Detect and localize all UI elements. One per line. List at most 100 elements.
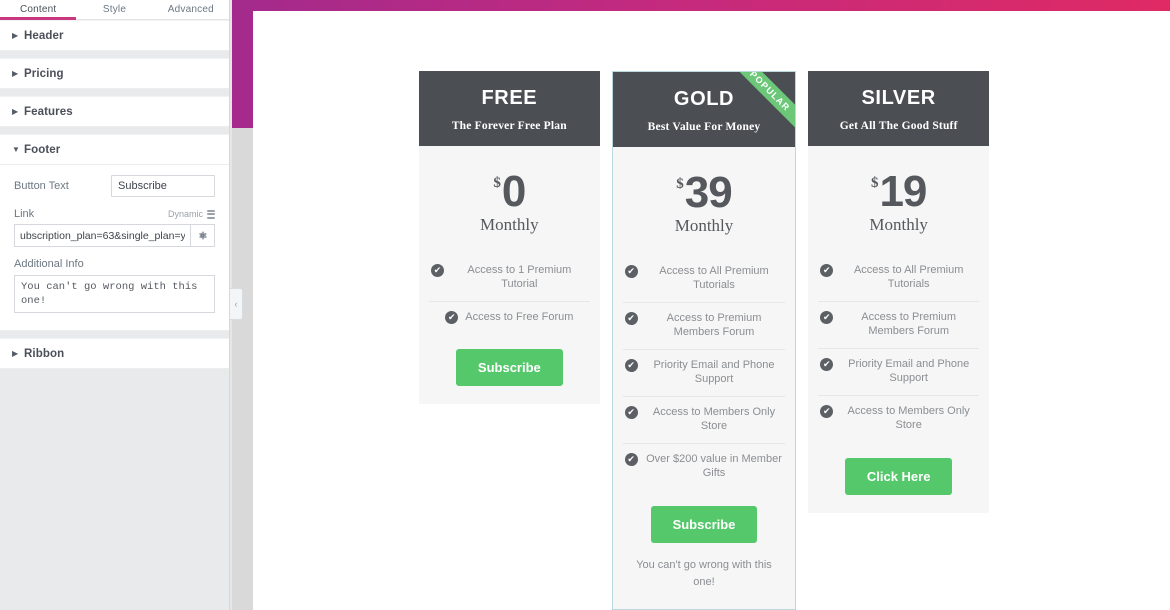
section-pricing-label: Pricing — [24, 67, 64, 80]
price-block: $ 0 Monthly — [419, 146, 600, 241]
feature-text: Access to Premium Members Forum — [666, 311, 762, 339]
feature-item: ✔ Access to 1 Premium Tutorial — [429, 255, 590, 302]
dynamic-tag[interactable]: Dynamic — [168, 209, 215, 219]
feature-text: Access to Members Only Store — [652, 405, 776, 433]
check-circle-icon: ✔ — [431, 263, 444, 277]
card-subtitle: Get All The Good Stuff — [839, 120, 958, 132]
section-features[interactable]: ▶ Features — [0, 96, 229, 127]
feature-item: ✔ Priority Email and Phone Support — [818, 349, 979, 396]
feature-list: ✔ Access to All Premium Tutorials ✔ Acce… — [613, 242, 796, 490]
price-period: Monthly — [674, 215, 734, 235]
price-line: $ 19 — [870, 167, 927, 216]
section-header-label: Header — [24, 29, 64, 42]
check-circle-icon: ✔ — [820, 357, 834, 371]
feature-item: ✔ Access to Premium Members Forum — [818, 302, 979, 349]
price-line: $ 0 — [493, 167, 527, 216]
card-header: GOLD Best Value For Money POPULAR — [612, 72, 796, 147]
card-additional-info: You can't go wrong with this one! — [636, 558, 772, 588]
feature-item: ✔ Access to Premium Members Forum — [622, 303, 786, 350]
check-circle-icon: ✔ — [624, 405, 638, 419]
panel-tab-bar: Content Style Advanced — [0, 0, 229, 20]
section-features-label: Features — [24, 105, 73, 118]
cta-wrap: Subscribe — [419, 333, 600, 387]
tab-advanced[interactable]: Advanced — [153, 4, 229, 19]
feature-item: ✔ Priority Email and Phone Support — [622, 350, 786, 397]
button-text-input[interactable] — [111, 175, 215, 197]
feature-text: Priority Email and Phone Support — [848, 357, 970, 385]
card-spacer — [419, 386, 600, 404]
price-currency: $ — [676, 176, 684, 192]
cta-wrap: Click Here — [808, 442, 989, 495]
feature-text: Priority Email and Phone Support — [653, 358, 775, 386]
price-line: $ 39 — [676, 171, 732, 215]
chevron-right-icon: ▶ — [12, 68, 19, 78]
card-subtitle: The Forever Free Plan — [451, 120, 567, 132]
database-icon — [207, 209, 215, 219]
preview-canvas: FREE The Forever Free Plan $ 0 Monthly ✔ — [253, 11, 1170, 610]
price-value: 0 — [501, 167, 527, 216]
additional-info-textarea[interactable]: You can't go wrong with this one! — [14, 275, 215, 313]
link-options-button[interactable] — [190, 224, 215, 247]
card-spacer — [808, 495, 989, 513]
link-input[interactable] — [14, 224, 190, 247]
check-circle-icon: ✔ — [820, 310, 834, 324]
feature-item: ✔ Access to Members Only Store — [622, 397, 786, 444]
price-value: 19 — [879, 167, 927, 216]
subscribe-button[interactable]: Subscribe — [650, 505, 758, 543]
price-block: $ 19 Monthly — [808, 146, 989, 241]
feature-list: ✔ Access to 1 Premium Tutorial ✔ Access … — [419, 241, 600, 334]
section-pricing[interactable]: ▶ Pricing — [0, 58, 229, 89]
section-footer[interactable]: ▼ Footer — [0, 134, 229, 165]
price-currency: $ — [870, 175, 879, 191]
card-title: SILVER — [861, 87, 936, 109]
settings-accordion: ▶ Header ▶ Pricing ▶ Features ▼ Footer B… — [0, 20, 229, 369]
feature-item: ✔ Access to Free Forum — [429, 302, 590, 334]
price-period: Monthly — [869, 214, 928, 234]
section-ribbon[interactable]: ▶ Ribbon — [0, 338, 229, 369]
check-circle-icon: ✔ — [820, 263, 834, 277]
price-currency: $ — [493, 175, 501, 191]
card-subtitle: Best Value For Money — [647, 121, 761, 133]
feature-text: Access to All Premium Tutorials — [659, 264, 769, 292]
check-circle-icon: ✔ — [624, 358, 638, 372]
feature-item: ✔ Access to All Premium Tutorials — [622, 256, 786, 303]
feature-text: Access to Premium Members Forum — [861, 310, 957, 338]
check-circle-icon: ✔ — [820, 404, 834, 418]
link-label-row: Link Dynamic — [14, 208, 215, 220]
check-circle-icon: ✔ — [445, 310, 459, 324]
tab-style[interactable]: Style — [76, 4, 152, 19]
additional-info-label: Additional Info — [14, 258, 84, 270]
feature-text: Access to Members Only Store — [847, 404, 970, 432]
card-title: FREE — [481, 87, 538, 109]
link-field-row — [14, 224, 215, 247]
pricing-table: FREE The Forever Free Plan $ 0 Monthly ✔ — [419, 71, 989, 610]
feature-item: ✔ Over $200 value in Member Gifts — [623, 444, 786, 490]
app-root: Content Style Advanced ▶ Header ▶ Pricin… — [0, 0, 1170, 610]
chevron-right-icon: ▶ — [12, 106, 19, 116]
gear-icon — [199, 231, 207, 240]
feature-text: Access to All Premium Tutorials — [853, 263, 964, 291]
feature-list: ✔ Access to All Premium Tutorials ✔ Acce… — [808, 241, 989, 442]
feature-text: Over $200 value in Member Gifts — [646, 452, 782, 480]
pricing-card-silver: SILVER Get All The Good Stuff $ 19 Month… — [808, 71, 989, 513]
check-circle-icon: ✔ — [624, 311, 638, 325]
section-header[interactable]: ▶ Header — [0, 20, 229, 51]
widget-settings-panel: Content Style Advanced ▶ Header ▶ Pricin… — [0, 0, 230, 610]
panel-collapse-handle[interactable]: ‹ — [230, 288, 243, 320]
feature-item: ✔ Access to Members Only Store — [818, 396, 979, 442]
price-block: $ 39 Monthly — [613, 147, 796, 242]
subscribe-button[interactable]: Subscribe — [455, 349, 563, 387]
section-ribbon-label: Ribbon — [24, 347, 65, 360]
card-header: FREE The Forever Free Plan — [419, 71, 600, 146]
feature-text: Access to Free Forum — [465, 310, 574, 323]
button-text-label: Button Text — [14, 180, 69, 192]
chevron-down-icon: ▼ — [12, 144, 20, 154]
dynamic-label: Dynamic — [167, 209, 203, 219]
link-label: Link — [14, 208, 35, 220]
button-text-field-row: Button Text — [14, 175, 215, 197]
click-here-button[interactable]: Click Here — [844, 457, 953, 495]
feature-text: Access to 1 Premium Tutorial — [467, 263, 572, 291]
pricing-card-gold: GOLD Best Value For Money POPULAR $ 39 M… — [611, 71, 797, 610]
check-circle-icon: ✔ — [624, 264, 638, 278]
tab-content[interactable]: Content — [0, 4, 77, 20]
